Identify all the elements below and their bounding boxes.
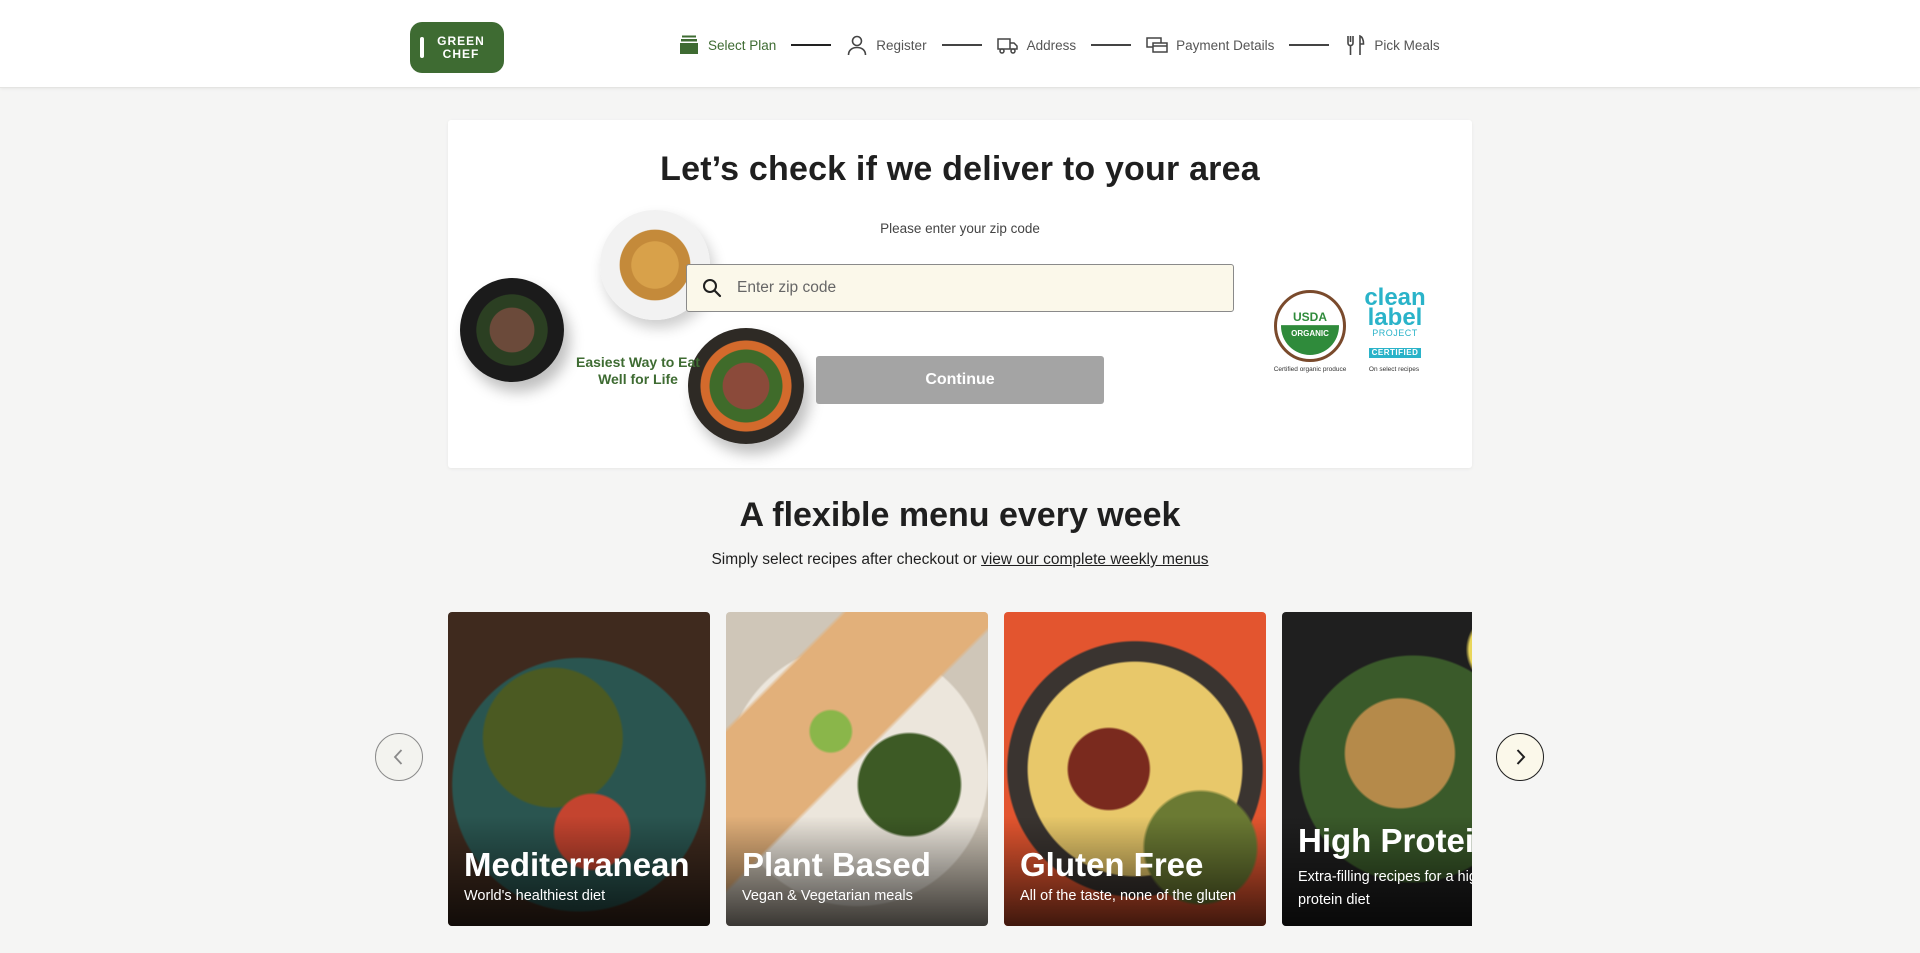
step-register[interactable]: Register bbox=[846, 34, 927, 56]
zip-input[interactable] bbox=[737, 268, 1217, 308]
carousel-prev-button[interactable] bbox=[375, 733, 423, 781]
weekly-menus-link[interactable]: view our complete weekly menus bbox=[981, 551, 1208, 568]
search-icon bbox=[701, 277, 723, 299]
step-label: Register bbox=[876, 37, 927, 53]
logo-line-1: GREEN bbox=[437, 33, 485, 48]
chevron-right-icon bbox=[1516, 749, 1526, 765]
logo-mark bbox=[420, 37, 424, 58]
diet-card-gluten-free[interactable]: Gluten Free All of the taste, none of th… bbox=[1004, 612, 1266, 926]
clean-label-caption: On select recipes bbox=[1368, 366, 1420, 373]
step-label: Select Plan bbox=[708, 37, 777, 53]
carousel-next-button[interactable] bbox=[1496, 733, 1544, 781]
diet-card-description: Vegan & Vegetarian meals bbox=[742, 888, 913, 904]
logo-text: GREEN CHEF bbox=[431, 33, 491, 61]
menu-subtitle-text: Simply select recipes after checkout or bbox=[711, 551, 982, 568]
step-select-plan[interactable]: Select Plan bbox=[678, 34, 776, 56]
checkout-stepper: Select Plan Register Address Payment Det… bbox=[678, 30, 1440, 60]
diet-card-title: Plant Based bbox=[742, 846, 931, 883]
clean-label-certified: CERTIFIED bbox=[1368, 348, 1422, 358]
tagline: Easiest Way to Eat Well for Life bbox=[576, 354, 700, 387]
usda-seal: USDA ORGANIC bbox=[1281, 297, 1339, 355]
diet-card-plant-based[interactable]: Plant Based Vegan & Vegetarian meals bbox=[726, 612, 988, 926]
diet-carousel: Mediterranean World's healthiest diet Pl… bbox=[448, 612, 1472, 926]
zip-label: Please enter your zip code bbox=[880, 221, 1040, 236]
green-chef-logo[interactable]: GREEN CHEF bbox=[410, 22, 504, 73]
usda-caption: Certified organic produce bbox=[1273, 366, 1347, 373]
box-icon bbox=[678, 34, 700, 56]
fork-knife-icon bbox=[1344, 34, 1366, 56]
diet-card-title: Gluten Free bbox=[1020, 846, 1204, 883]
diet-card-title: Mediterranean bbox=[464, 846, 690, 883]
step-connector bbox=[1289, 44, 1330, 46]
menu-subtitle: Simply select recipes after checkout or … bbox=[0, 551, 1920, 569]
logo-line-2: CHEF bbox=[442, 46, 480, 61]
step-payment-details[interactable]: Payment Details bbox=[1146, 34, 1274, 56]
top-header: GREEN CHEF Select Plan Register Address bbox=[0, 0, 1920, 88]
diet-card-description: Extra-filling recipes for a high protein… bbox=[1298, 869, 1472, 908]
clean-label-badge: clean label PROJECT CERTIFIED bbox=[1360, 286, 1430, 358]
diet-card-mediterranean[interactable]: Mediterranean World's healthiest diet bbox=[448, 612, 710, 926]
diet-card-description: All of the taste, none of the gluten bbox=[1020, 888, 1237, 904]
delivery-title: Let’s check if we deliver to your area bbox=[660, 150, 1260, 188]
diet-card-row: Mediterranean World's healthiest diet Pl… bbox=[448, 612, 1472, 926]
meal-plate-image bbox=[460, 278, 564, 382]
truck-icon bbox=[996, 34, 1019, 56]
card-icon bbox=[1146, 34, 1168, 56]
step-label: Payment Details bbox=[1176, 37, 1275, 53]
diet-card-description: World's healthiest diet bbox=[464, 888, 606, 904]
chevron-left-icon bbox=[393, 749, 403, 765]
diet-card-high-protein[interactable]: High Protein Extra-filling recipes for a… bbox=[1282, 612, 1472, 926]
zip-field[interactable] bbox=[686, 264, 1234, 312]
step-label: Pick Meals bbox=[1374, 37, 1440, 53]
usda-organic-badge: USDA ORGANIC bbox=[1274, 290, 1346, 362]
clean-label-line-2: label bbox=[1367, 304, 1423, 331]
diet-card-title: High Protein bbox=[1298, 822, 1472, 859]
meal-plate-image bbox=[688, 328, 804, 444]
step-connector bbox=[791, 44, 832, 46]
step-label: Address bbox=[1026, 37, 1077, 53]
step-connector bbox=[1091, 44, 1132, 46]
delivery-check-card: Let’s check if we deliver to your area E… bbox=[448, 120, 1472, 468]
usda-bottom-text: ORGANIC bbox=[1291, 329, 1329, 338]
menu-title: A flexible menu every week bbox=[739, 496, 1181, 534]
step-pick-meals[interactable]: Pick Meals bbox=[1344, 34, 1440, 56]
continue-button[interactable]: Continue bbox=[816, 356, 1104, 404]
user-icon bbox=[846, 34, 868, 56]
usda-top-text: USDA bbox=[1292, 310, 1327, 324]
step-connector bbox=[941, 44, 982, 46]
step-address[interactable]: Address bbox=[996, 34, 1077, 56]
